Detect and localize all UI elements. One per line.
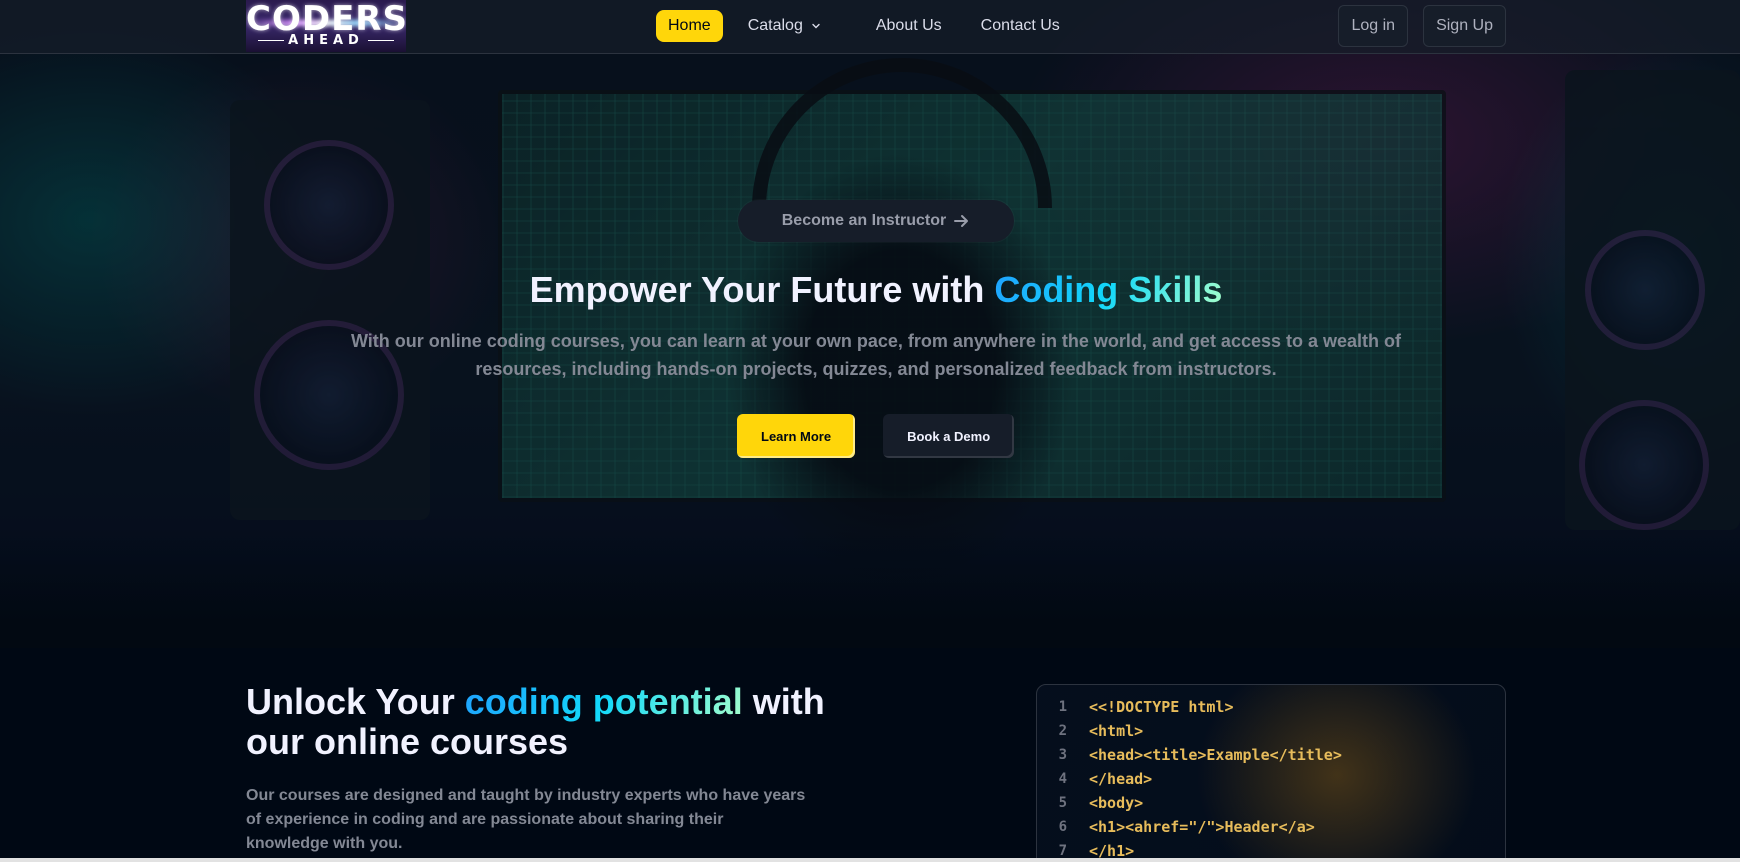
courses-section-description: Our courses are designed and taught by i… xyxy=(246,787,806,852)
line-number: 2 xyxy=(1058,723,1067,739)
hero-title: Empower Your Future with Coding Skills xyxy=(0,266,1740,314)
navbar: CODERS AHEAD Home Catalog About Us Conta… xyxy=(0,0,1740,54)
courses-title-highlight: coding potential xyxy=(464,681,743,722)
line-number: 1 xyxy=(1058,699,1067,715)
courses-section-title: Unlock Your coding potential with our on… xyxy=(246,682,866,762)
logo[interactable]: CODERS AHEAD xyxy=(246,0,406,52)
line-number: 7 xyxy=(1058,843,1067,859)
nav-link-contact[interactable]: Contact Us xyxy=(969,10,1072,42)
line-number: 4 xyxy=(1058,771,1067,787)
line-number: 3 xyxy=(1058,747,1067,763)
become-instructor-button[interactable]: Become an Instructor xyxy=(738,200,1014,242)
hero-title-prefix: Empower Your Future with xyxy=(529,269,995,310)
nav-link-catalog[interactable]: Catalog xyxy=(736,10,833,42)
nav-link-catalog-label: Catalog xyxy=(747,17,803,34)
code-text: <head><title>Example</title> xyxy=(1089,746,1342,764)
code-line: 6 <h1><ahref="/">Header</a> xyxy=(1037,815,1505,839)
chevron-down-icon xyxy=(812,23,820,29)
login-button[interactable]: Log in xyxy=(1338,5,1409,47)
courses-section: Unlock Your coding potential with our on… xyxy=(0,648,1740,862)
hero-title-highlight: Coding Skills xyxy=(994,269,1223,310)
hero-actions: Learn More Book a Demo xyxy=(737,414,1015,458)
learn-more-button[interactable]: Learn More xyxy=(737,414,856,458)
code-line: 4 </head> xyxy=(1037,767,1505,791)
code-block: 1 <<!DOCTYPE html> 2 <html> 3 <head><tit… xyxy=(1036,684,1506,862)
courses-title-prefix: Unlock Your xyxy=(246,681,465,722)
become-instructor-label: Become an Instructor xyxy=(781,212,947,229)
nav-link-home[interactable]: Home xyxy=(656,10,723,42)
hero-section: Become an Instructor Empower Your Future… xyxy=(0,0,1740,648)
nav-link-about[interactable]: About Us xyxy=(864,10,954,42)
code-text: </head> xyxy=(1089,770,1153,788)
logo-text-main: CODERS xyxy=(246,0,406,39)
book-demo-button[interactable]: Book a Demo xyxy=(883,414,1015,458)
code-line: 1 <<!DOCTYPE html> xyxy=(1037,695,1505,719)
logo-text-sub: AHEAD xyxy=(246,34,406,48)
hero-subtitle: With our online coding courses, you can … xyxy=(350,331,1402,379)
code-text: <html> xyxy=(1089,722,1144,740)
code-line: 5 <body> xyxy=(1037,791,1505,815)
code-line: 2 <html> xyxy=(1037,719,1505,743)
code-text: <<!DOCTYPE html> xyxy=(1089,698,1234,716)
arrow-right-icon xyxy=(954,215,969,227)
auth-buttons: Log in Sign Up xyxy=(1323,5,1506,47)
code-text: <body> xyxy=(1089,794,1144,812)
line-number: 6 xyxy=(1058,819,1067,835)
code-text: <h1><ahref="/">Header</a> xyxy=(1089,818,1315,836)
nav-links: Home Catalog About Us Contact Us xyxy=(656,10,1085,42)
page-bottom-edge xyxy=(0,858,1740,862)
line-number: 5 xyxy=(1058,795,1067,811)
code-line: 3 <head><title>Example</title> xyxy=(1037,743,1505,767)
signup-button[interactable]: Sign Up xyxy=(1423,5,1506,47)
